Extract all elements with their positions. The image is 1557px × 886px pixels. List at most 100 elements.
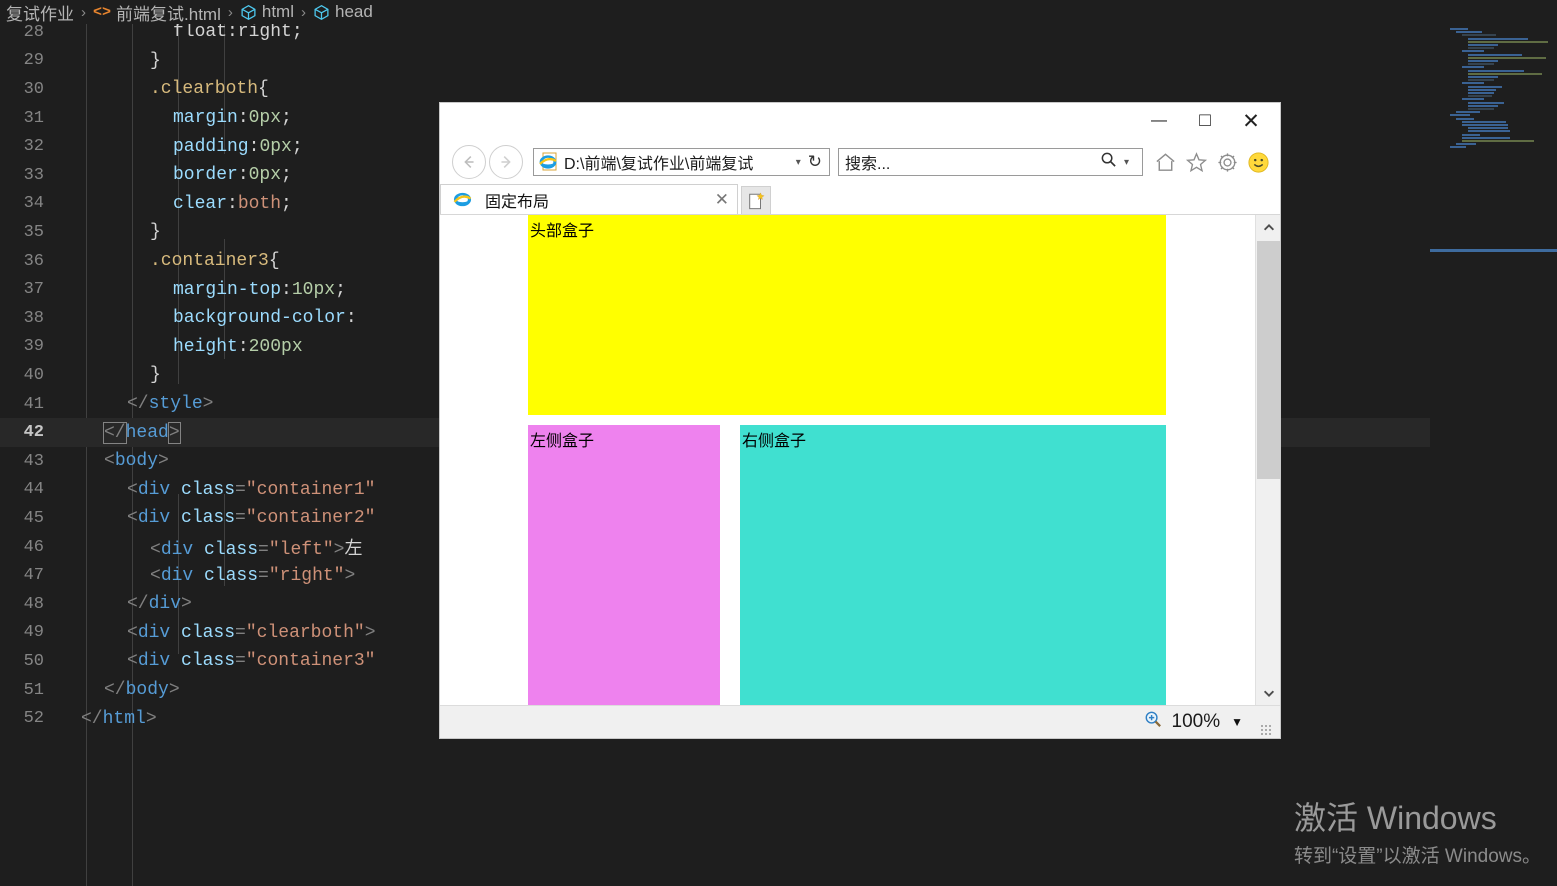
line-number: 45 bbox=[23, 508, 44, 528]
code-token: < bbox=[150, 565, 161, 586]
resize-grip[interactable] bbox=[1260, 724, 1272, 736]
minimap-line bbox=[1468, 56, 1546, 59]
breadcrumb-separator: › bbox=[227, 3, 233, 21]
right-box-label: 右侧盒子 bbox=[742, 433, 807, 450]
tab-close-icon[interactable]: ✕ bbox=[715, 190, 729, 210]
address-dropdown-icon[interactable]: ▾ bbox=[789, 157, 808, 168]
code-token: > bbox=[167, 421, 181, 444]
line-number: 38 bbox=[23, 308, 44, 328]
minimap-line bbox=[1468, 85, 1502, 88]
zoom-dropdown-icon[interactable]: ▼ bbox=[1231, 715, 1243, 729]
scroll-up-icon[interactable] bbox=[1256, 215, 1281, 240]
code-line[interactable]: 29} bbox=[0, 47, 1430, 76]
search-input[interactable]: 搜索... bbox=[845, 150, 1100, 174]
browser-tab[interactable]: 固定布局 ✕ bbox=[440, 184, 738, 214]
code-token: ; bbox=[335, 279, 346, 300]
code-text: padding:0px; bbox=[58, 137, 303, 157]
minimap-line bbox=[1456, 143, 1476, 146]
search-box[interactable]: 搜索... ▾ bbox=[838, 148, 1143, 176]
editor-minimap[interactable] bbox=[1430, 24, 1557, 886]
browser-navigation-bar: D:\前端\复试作业\前端复试 ▾ ↻ 搜索... ▾ bbox=[440, 139, 1280, 185]
viewport-scrollbar[interactable] bbox=[1255, 215, 1280, 705]
minimap-line bbox=[1462, 50, 1484, 53]
code-token: ; bbox=[281, 165, 292, 186]
favorites-star-icon[interactable] bbox=[1181, 147, 1212, 178]
code-token: > bbox=[202, 394, 214, 415]
line-number: 33 bbox=[23, 165, 44, 185]
line-number: 52 bbox=[23, 709, 44, 729]
arrow-right-icon bbox=[501, 155, 511, 169]
code-token: class bbox=[181, 479, 236, 500]
minimap-current-line-highlight bbox=[1430, 249, 1557, 252]
line-number: 29 bbox=[23, 51, 44, 71]
code-token: > bbox=[168, 680, 180, 701]
code-token: < bbox=[127, 508, 138, 529]
browser-titlebar[interactable]: — □ ✕ bbox=[440, 103, 1280, 139]
zoom-level-label: 100% bbox=[1171, 711, 1221, 732]
code-token: = bbox=[235, 479, 246, 500]
breadcrumb-separator: › bbox=[300, 3, 306, 21]
code-text: </html> bbox=[58, 709, 157, 729]
code-text: border:0px; bbox=[58, 165, 292, 185]
minimize-button[interactable]: — bbox=[1136, 106, 1182, 136]
minimap-line bbox=[1468, 47, 1494, 50]
code-token: border bbox=[173, 165, 238, 186]
minimap-line bbox=[1468, 60, 1498, 62]
code-token: < bbox=[127, 622, 138, 643]
search-dropdown-icon[interactable]: ▾ bbox=[1117, 157, 1136, 168]
code-token: "container3" bbox=[245, 651, 376, 672]
code-token: </ bbox=[104, 680, 126, 701]
minimap-line bbox=[1468, 37, 1528, 40]
back-button[interactable] bbox=[452, 145, 486, 179]
breadcrumb-item-file[interactable]: <> 前端复试.html bbox=[93, 0, 221, 25]
code-token: } bbox=[150, 50, 161, 71]
breadcrumb-item-folder[interactable]: 复试作业 bbox=[6, 0, 74, 25]
code-line[interactable]: 30 .clearboth{ bbox=[0, 75, 1430, 104]
breadcrumb-item-html[interactable]: html bbox=[240, 2, 294, 22]
code-token: height bbox=[173, 336, 238, 357]
code-token: class bbox=[204, 540, 259, 561]
code-token: < bbox=[127, 479, 138, 500]
breadcrumb-item-head[interactable]: head bbox=[313, 2, 373, 22]
code-token: body bbox=[125, 680, 169, 701]
settings-gear-icon[interactable] bbox=[1212, 147, 1243, 178]
search-icon[interactable] bbox=[1100, 151, 1117, 173]
refresh-icon[interactable]: ↻ bbox=[808, 152, 826, 172]
code-text: background-color: bbox=[58, 308, 357, 328]
line-number: 28 bbox=[23, 22, 44, 42]
line-number: 41 bbox=[23, 394, 44, 414]
line-number: 32 bbox=[23, 137, 44, 157]
minimap-line bbox=[1462, 66, 1484, 69]
address-bar[interactable]: D:\前端\复试作业\前端复试 ▾ ↻ bbox=[533, 148, 830, 176]
code-token: style bbox=[148, 394, 203, 415]
code-token: > bbox=[181, 594, 192, 615]
scroll-down-icon[interactable] bbox=[1256, 680, 1281, 705]
scrollbar-thumb[interactable] bbox=[1257, 241, 1280, 479]
line-number: 44 bbox=[23, 480, 44, 500]
code-token: div bbox=[137, 508, 171, 529]
new-tab-button[interactable] bbox=[741, 186, 771, 214]
breadcrumb: 复试作业 › <> 前端复试.html › html › head bbox=[0, 0, 1557, 24]
code-token: : bbox=[345, 308, 357, 329]
browser-tab-bar: 固定布局 ✕ bbox=[440, 184, 1280, 215]
code-token: 200px bbox=[248, 336, 303, 357]
home-icon[interactable] bbox=[1150, 147, 1181, 178]
feedback-smiley-icon[interactable] bbox=[1243, 147, 1274, 178]
forward-button[interactable] bbox=[489, 145, 523, 179]
code-token: div bbox=[160, 540, 194, 561]
code-token: </ bbox=[127, 394, 149, 415]
zoom-in-icon[interactable] bbox=[1144, 710, 1163, 734]
line-number: 51 bbox=[23, 680, 44, 700]
code-token: float:right; bbox=[173, 22, 303, 43]
code-token: : bbox=[237, 336, 249, 357]
code-token: padding bbox=[173, 136, 249, 157]
line-number: 48 bbox=[23, 594, 44, 614]
close-button[interactable]: ✕ bbox=[1228, 106, 1274, 136]
code-token: = bbox=[235, 622, 246, 643]
code-token: "left" bbox=[268, 540, 334, 561]
maximize-button[interactable]: □ bbox=[1182, 106, 1228, 136]
code-token: "container1" bbox=[245, 479, 376, 500]
line-number: 35 bbox=[23, 222, 44, 242]
